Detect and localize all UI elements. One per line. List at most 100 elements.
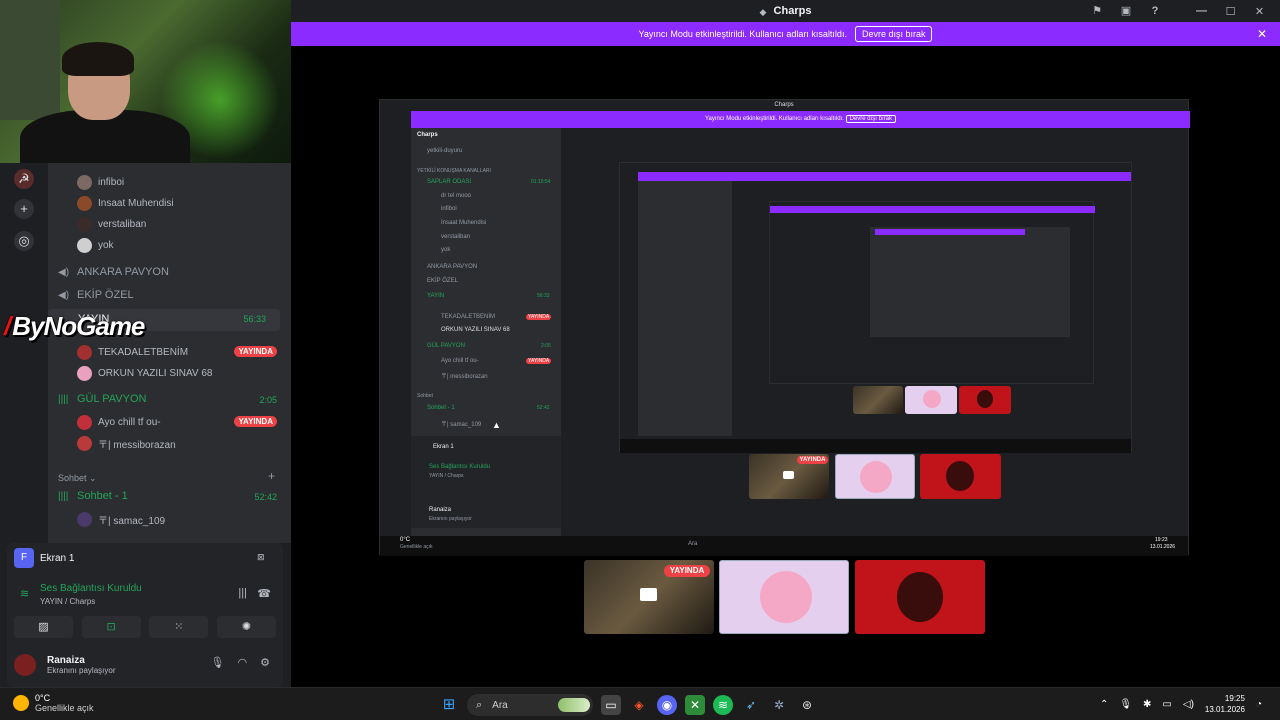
voice-user[interactable]: Insaat Muhendisi <box>77 193 174 213</box>
screen-icon: F <box>14 548 34 568</box>
stream-thumb-red[interactable] <box>855 560 985 634</box>
voice-user[interactable]: Ayo chill tf ou- <box>77 412 161 432</box>
voice-connected-status[interactable]: Ses Bağlantısı Kuruldu <box>40 583 142 594</box>
server-icon[interactable]: ☭ <box>14 169 34 189</box>
nested-banner-4 <box>875 229 1025 235</box>
voice-channel-gul[interactable]: |||| GÜL PAVYON <box>58 389 146 409</box>
noise-suppression-icon[interactable]: ||| <box>238 587 247 599</box>
stream-thumb-pink[interactable] <box>835 454 915 499</box>
xbox-app-icon[interactable]: ✕ <box>685 695 705 715</box>
screen-icon <box>640 588 657 601</box>
avatar <box>77 365 92 381</box>
activities-button[interactable]: ⁙ <box>149 616 209 638</box>
add-server-icon[interactable]: + <box>14 199 34 219</box>
discover-icon[interactable]: ◎ <box>14 231 34 251</box>
voice-channel-ankara[interactable]: ◀) ANKARA PAVYON <box>58 262 169 282</box>
search-box[interactable]: ⌕ Ara <box>467 694 593 716</box>
network-icon[interactable]: ▭ <box>1162 699 1171 710</box>
stream-thumb-pink[interactable] <box>905 386 957 414</box>
maximize-icon[interactable]: ☐ <box>1216 5 1245 18</box>
voice-user[interactable]: 〒| samac_109 <box>77 509 165 529</box>
user-avatar[interactable] <box>14 654 36 676</box>
stream-thumb-cam[interactable] <box>853 386 903 414</box>
nested-taskbar: 0°C Genellikle açık Ara 19:23 13.01.2026 <box>380 536 1188 556</box>
bluetooth-icon[interactable]: ✱ <box>1143 699 1151 710</box>
settings-icon[interactable]: ⚙ <box>260 656 270 669</box>
weather-widget[interactable]: 0°C Genellikle açık <box>13 693 94 713</box>
camera-off-button[interactable]: ▨ <box>14 616 73 638</box>
nested-banner: Yayıncı Modu etkinleştirildi. Kullanıcı … <box>411 111 1190 128</box>
disable-streamer-mode-button[interactable]: Devre dışı bırak <box>854 26 933 42</box>
stream-thumb-pink[interactable] <box>719 560 849 634</box>
notifications-icon[interactable]: ◔ <box>1256 699 1262 710</box>
speaker-icon: ◀) <box>58 289 70 301</box>
add-channel-icon[interactable]: + <box>268 469 275 483</box>
voice-channel-ekip[interactable]: ◀) EKİP ÖZEL <box>58 285 134 305</box>
avatar <box>77 511 92 527</box>
category-sohbet[interactable]: Sohbet ⌄ <box>58 473 97 484</box>
stop-share-icon[interactable]: ⊠ <box>257 552 269 562</box>
headphones-icon[interactable]: ◠ <box>238 656 248 669</box>
screen-share-button[interactable]: ⊡ <box>81 616 141 638</box>
settings-app-icon[interactable]: ✲ <box>769 695 789 715</box>
close-icon[interactable]: ✕ <box>1245 5 1274 18</box>
help-icon[interactable]: ? <box>1148 5 1162 17</box>
channel-timer: 56:33 <box>243 314 266 324</box>
voice-user[interactable]: 〒| messiborazan <box>77 433 176 453</box>
soundboard-button[interactable]: ✺ <box>216 616 276 638</box>
stream-thumb-red[interactable] <box>920 454 1001 499</box>
webcam-person-hair <box>62 42 134 76</box>
weather-icon <box>13 695 29 711</box>
mic-tray-icon[interactable]: 🎙 <box>1119 699 1132 710</box>
brave-icon[interactable]: ◈ <box>629 695 649 715</box>
disconnect-icon[interactable]: ☎ <box>257 587 271 600</box>
screen-icon <box>783 471 794 479</box>
avatar <box>77 195 92 211</box>
screen-share-panel: F Ekran 1 ⊠ ≋ Ses Bağlantısı Kuruldu YAY… <box>7 543 283 687</box>
spotify-icon[interactable]: ≋ <box>713 695 733 715</box>
obs-icon[interactable]: ⊛ <box>797 695 817 715</box>
mic-icon[interactable]: 🎙 <box>211 656 225 669</box>
stream-thumb-cam[interactable]: YAYINDA <box>749 454 829 499</box>
weather-text: 0°C Genellikle açık <box>35 693 94 713</box>
pin-icon[interactable]: ⚑ <box>1090 5 1104 17</box>
speaker-icon: ◀) <box>58 266 70 278</box>
user-panel: Ranaiza Ekranını paylaşıyor 🎙 ◠ ⚙ <box>14 648 276 682</box>
window-controls: — ☐ ✕ <box>1187 0 1274 22</box>
avatar <box>77 216 92 232</box>
voice-user[interactable]: ORKUN YAZILI SINAV 68 <box>77 363 212 383</box>
inbox-icon[interactable]: ▣ <box>1119 5 1133 17</box>
signal-icon: ≋ <box>20 588 30 600</box>
live-badge: YAYINDA <box>234 346 277 357</box>
user-status: Ekranını paylaşıyor <box>47 666 116 675</box>
live-badge: YAYINDA <box>797 456 828 464</box>
steam-icon[interactable]: ➶ <box>741 695 761 715</box>
volume-icon[interactable]: ◁) <box>1183 699 1194 710</box>
avatar-art <box>860 461 892 493</box>
discord-logo-icon: ◆ <box>759 6 767 17</box>
avatar <box>77 237 92 253</box>
voice-user[interactable]: verstaliban <box>77 214 146 234</box>
minimize-icon[interactable]: — <box>1187 5 1216 17</box>
live-badge: YAYINDA <box>664 565 710 577</box>
username: Ranaiza <box>47 655 85 666</box>
clock[interactable]: 19:25 13.01.2026 <box>1205 693 1245 715</box>
nested-taskbar-2 <box>620 439 1131 453</box>
avatar-art <box>946 461 974 491</box>
nested-banner-2 <box>638 172 1131 181</box>
user-info: Ranaiza Ekranını paylaşıyor <box>47 655 115 675</box>
stream-thumb-cam[interactable]: YAYINDA <box>584 560 714 634</box>
voice-user[interactable]: infiboi <box>77 172 124 192</box>
voice-user[interactable]: TEKADALETBENİM <box>77 342 188 362</box>
stream-thumb-red[interactable] <box>959 386 1011 414</box>
banner-close-icon[interactable]: ✕ <box>1257 27 1267 41</box>
webcam-overlay <box>0 0 291 163</box>
search-highlight-image <box>558 698 590 712</box>
voice-channel-sohbet[interactable]: |||| Sohbet - 1 <box>58 486 128 506</box>
voice-user[interactable]: yok <box>77 235 114 255</box>
file-explorer-icon[interactable]: ▭ <box>601 695 621 715</box>
avatar-art <box>977 390 993 408</box>
windows-icon[interactable]: ⊞ <box>439 695 459 715</box>
tray-overflow-icon[interactable]: ⌃ <box>1100 699 1108 710</box>
discord-icon[interactable]: ◉ <box>657 695 677 715</box>
